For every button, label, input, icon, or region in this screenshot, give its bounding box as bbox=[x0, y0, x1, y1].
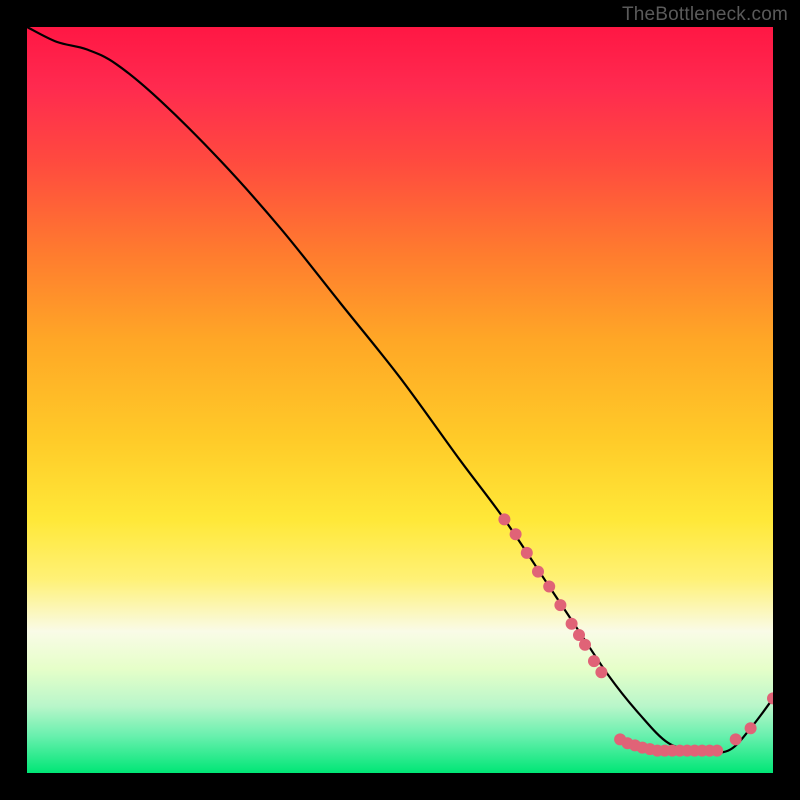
data-marker bbox=[521, 547, 533, 559]
data-marker bbox=[543, 581, 555, 593]
data-marker bbox=[588, 655, 600, 667]
chart-frame: TheBottleneck.com bbox=[0, 0, 800, 800]
watermark-text: TheBottleneck.com bbox=[622, 4, 788, 26]
curve-layer bbox=[27, 27, 773, 773]
plot-area bbox=[27, 27, 773, 773]
data-marker bbox=[510, 528, 522, 540]
data-marker bbox=[745, 722, 757, 734]
data-marker bbox=[566, 618, 578, 630]
data-marker bbox=[595, 666, 607, 678]
bottleneck-curve bbox=[27, 27, 773, 753]
data-marker bbox=[711, 745, 723, 757]
data-marker bbox=[554, 599, 566, 611]
data-marker bbox=[532, 566, 544, 578]
data-markers bbox=[498, 513, 773, 756]
data-marker bbox=[579, 639, 591, 651]
data-marker bbox=[730, 733, 742, 745]
data-marker bbox=[767, 692, 773, 704]
data-marker bbox=[498, 513, 510, 525]
